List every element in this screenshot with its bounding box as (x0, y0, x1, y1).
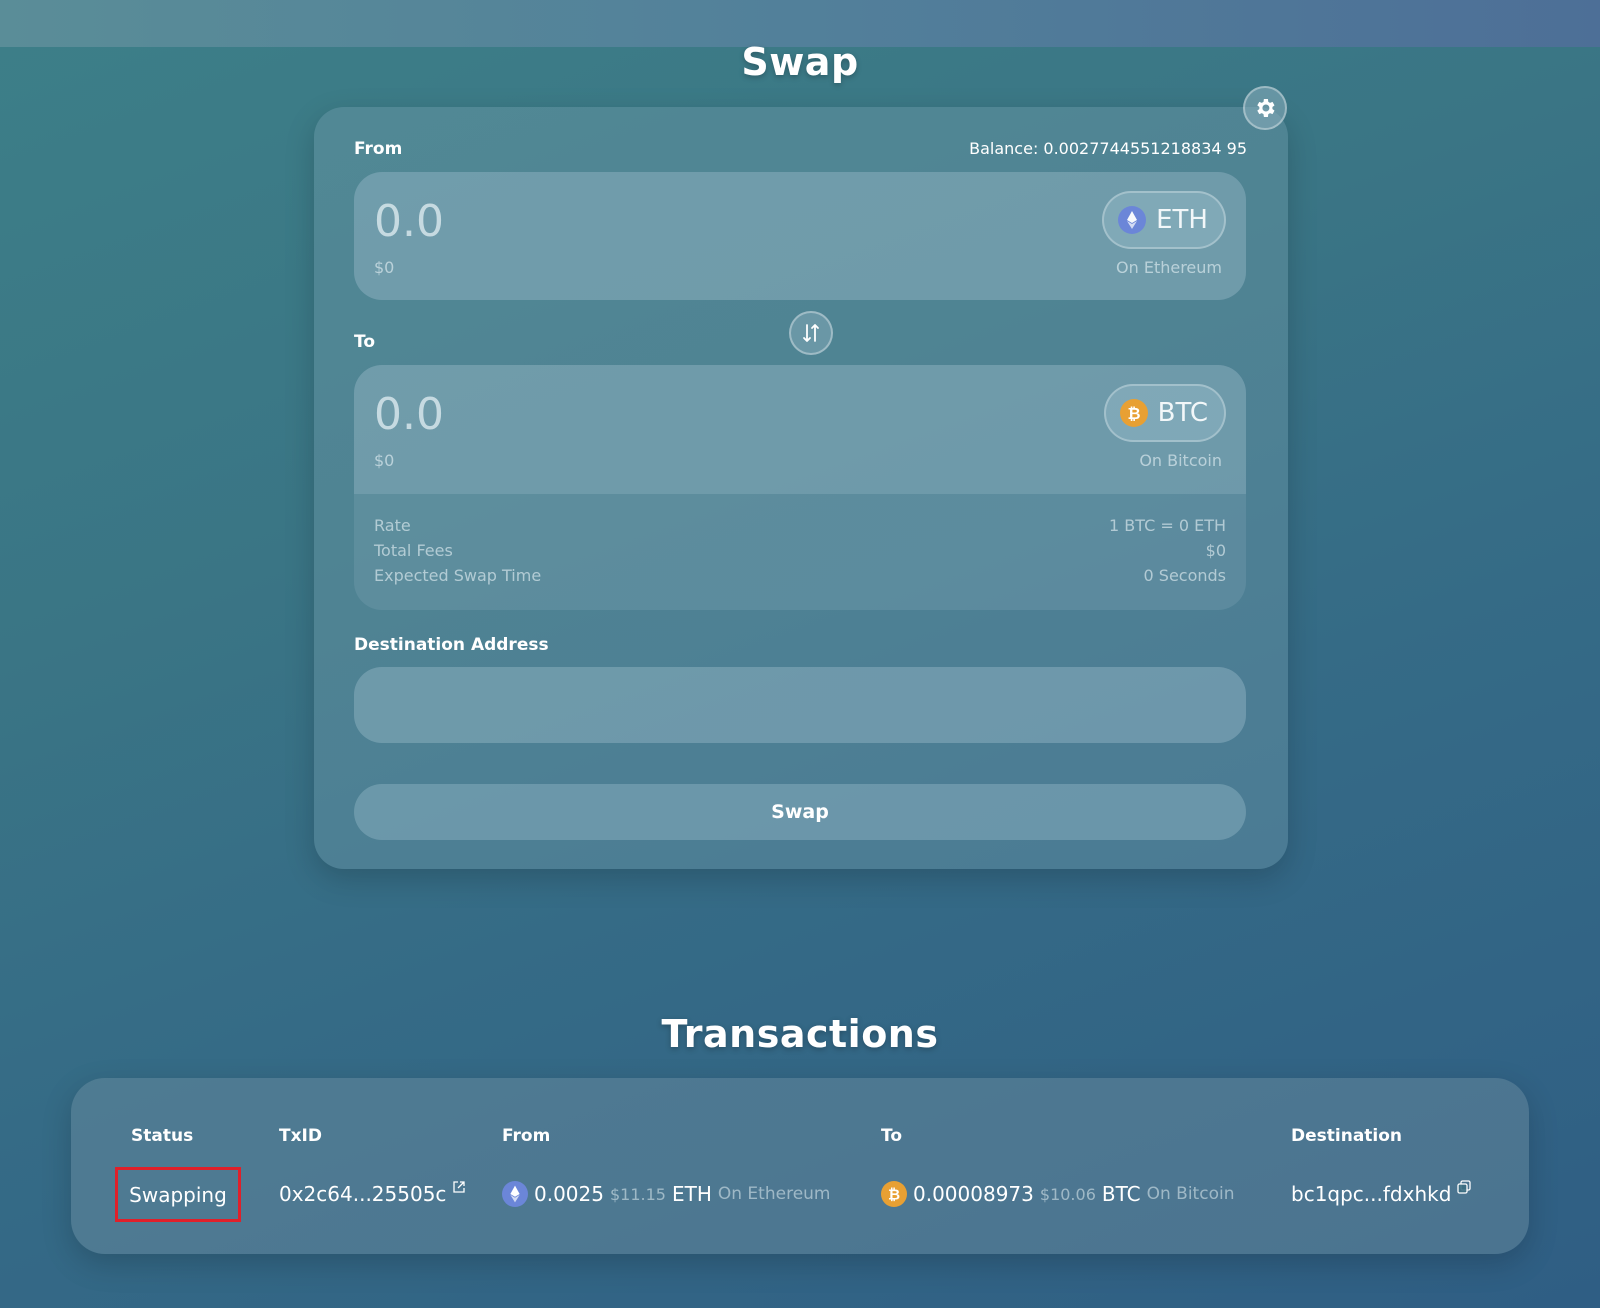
fees-label: Total Fees (374, 541, 453, 560)
gear-icon (1257, 99, 1275, 117)
transactions-table (71, 1078, 1529, 1254)
page-title: Swap (741, 40, 859, 84)
tx-to-cell: ₿ 0.00008973 $10.06 BTC On Bitcoin (881, 1179, 1234, 1209)
tx-from-usd: $11.15 (609, 1184, 666, 1204)
to-label: To (354, 332, 376, 352)
eth-icon (1118, 206, 1147, 234)
tx-from-chain: On Ethereum (717, 1184, 831, 1204)
from-amount-box: 0.0 $0 ETH On Ethereum (354, 172, 1246, 300)
tx-to-amount: 0.00008973 (913, 1182, 1034, 1206)
column-header-destination: Destination (1291, 1126, 1403, 1146)
destination-text: bc1qpc...fdxhkd (1291, 1182, 1452, 1206)
from-token-symbol: ETH (1156, 205, 1208, 235)
svg-text:₿: ₿ (1127, 404, 1140, 423)
swap-direction-icon (803, 324, 819, 342)
rate-value: 1 BTC = 0 ETH (1108, 516, 1226, 535)
txid-link[interactable]: 0x2c64...25505c (279, 1179, 466, 1209)
status-badge: Swapping (115, 1167, 241, 1222)
external-link-icon[interactable] (452, 1180, 466, 1194)
column-header-status: Status (131, 1126, 194, 1146)
to-usd-value: $0 (374, 451, 395, 470)
from-usd-value: $0 (374, 258, 395, 277)
rate-row: Rate 1 BTC = 0 ETH (374, 516, 1226, 540)
swap-button[interactable]: Swap (354, 784, 1246, 840)
btc-icon: ₿ (1119, 399, 1148, 427)
from-label: From (354, 139, 403, 159)
rate-details: Rate 1 BTC = 0 ETH Total Fees $0 Expecte… (354, 494, 1246, 610)
destination-label: Destination Address (354, 635, 549, 655)
tx-to-token: BTC (1101, 1182, 1141, 1206)
tx-from-cell: 0.0025 $11.15 ETH On Ethereum (502, 1179, 830, 1209)
to-amount-box: 0.0 $0 ₿ BTC On Bitcoin (354, 365, 1246, 494)
tx-to-usd: $10.06 (1039, 1184, 1096, 1204)
fees-value: $0 (1205, 541, 1226, 560)
copy-icon[interactable] (1457, 1180, 1472, 1194)
settings-button[interactable] (1243, 86, 1287, 130)
eth-icon (502, 1181, 528, 1207)
from-token-chain: On Ethereum (1116, 258, 1222, 277)
switch-direction-button[interactable] (789, 311, 833, 355)
swap-time-row: Expected Swap Time 0 Seconds (374, 566, 1226, 590)
svg-text:₿: ₿ (888, 1186, 900, 1204)
swap-time-value: 0 Seconds (1143, 566, 1226, 585)
btc-icon: ₿ (881, 1181, 907, 1207)
txid-text: 0x2c64...25505c (279, 1182, 447, 1206)
column-header-txid: TxID (279, 1126, 322, 1146)
tx-from-amount: 0.0025 (534, 1182, 604, 1206)
to-amount-output: 0.0 (374, 389, 444, 440)
transactions-title: Transactions (661, 1012, 939, 1056)
destination-address-input[interactable] (354, 667, 1246, 743)
from-amount-input[interactable]: 0.0 (374, 196, 444, 247)
from-token-selector[interactable]: ETH (1102, 191, 1226, 249)
to-token-symbol: BTC (1157, 398, 1208, 428)
to-token-chain: On Bitcoin (1139, 451, 1222, 470)
column-header-to: To (881, 1126, 903, 1146)
fees-row: Total Fees $0 (374, 541, 1226, 565)
rate-label: Rate (374, 516, 411, 535)
swap-time-label: Expected Swap Time (374, 566, 542, 585)
column-header-from: From (502, 1126, 551, 1146)
tx-from-token: ETH (671, 1182, 712, 1206)
status-text: Swapping (129, 1182, 227, 1207)
destination-cell: bc1qpc...fdxhkd (1291, 1179, 1472, 1209)
to-token-selector[interactable]: ₿ BTC (1103, 384, 1226, 442)
balance-text: Balance: 0.0027744551218834 95 (969, 139, 1247, 158)
tx-to-chain: On Bitcoin (1146, 1184, 1235, 1204)
